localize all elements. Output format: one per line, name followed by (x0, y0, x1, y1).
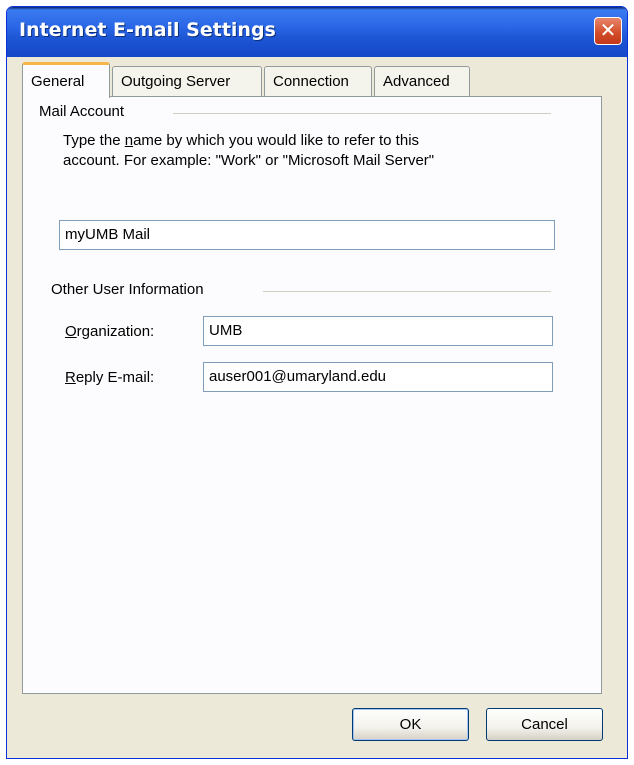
close-icon[interactable]: ✕ (594, 17, 622, 45)
account-description: Type the name by which you would like to… (63, 131, 563, 171)
mail-account-group-label: Mail Account (39, 103, 125, 120)
window-title: Internet E-mail Settings (19, 19, 276, 41)
tab-connection[interactable]: Connection (264, 66, 372, 97)
description-line-2: account. For example: "Work" or "Microso… (63, 152, 435, 169)
user-info-group-label: Other User Information (51, 281, 204, 298)
title-bar[interactable]: Internet E-mail Settings ✕ (7, 7, 627, 57)
reply-email-label: Reply E-mail: (65, 369, 155, 386)
organization-label: Organization: (65, 323, 155, 340)
tab-advanced[interactable]: Advanced (374, 66, 470, 97)
cancel-button[interactable]: Cancel (486, 708, 603, 741)
tab-general[interactable]: General (22, 62, 110, 98)
group-divider (263, 291, 551, 292)
ok-button[interactable]: OK (352, 708, 469, 741)
group-divider (173, 113, 551, 114)
description-line-1: Type the name by which you would like to… (63, 132, 420, 149)
tab-outgoing-server[interactable]: Outgoing Server (112, 66, 262, 97)
organization-input[interactable]: UMB (203, 316, 553, 346)
tab-panel-general: Mail Account Type the name by which you … (22, 96, 602, 694)
reply-email-input[interactable]: auser001@umaryland.edu (203, 362, 553, 392)
account-name-input[interactable]: myUMB Mail (59, 220, 555, 250)
